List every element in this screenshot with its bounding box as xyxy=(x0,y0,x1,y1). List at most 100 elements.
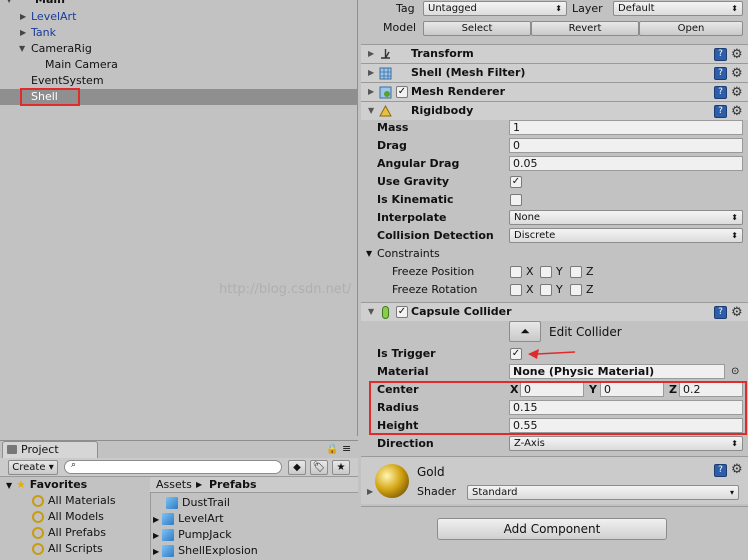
gear-icon[interactable]: ⚙ xyxy=(731,462,743,477)
gear-icon[interactable]: ⚙ xyxy=(731,65,743,83)
expand-arrow-icon[interactable]: ▶ xyxy=(20,9,26,25)
model-open-button[interactable]: Open xyxy=(639,21,743,36)
expand-arrow-icon[interactable]: ▶ xyxy=(368,45,374,63)
dropdown-arrow-icon: ⬍ xyxy=(731,439,738,448)
freeze-rotation-x-checkbox[interactable] xyxy=(510,284,522,296)
gear-icon[interactable]: ⚙ xyxy=(731,46,743,64)
transform-header[interactable]: ▶ Transform ? ⚙ xyxy=(361,44,748,63)
collapse-arrow-icon[interactable]: ▼ xyxy=(19,41,25,57)
breadcrumb-item[interactable]: Assets xyxy=(156,477,192,493)
expand-arrow-icon[interactable]: ▶ xyxy=(368,64,374,82)
angular-drag-field[interactable]: 0.05 xyxy=(509,156,743,171)
constraints-row[interactable]: ▼ Constraints xyxy=(361,245,748,263)
freeze-position-x-checkbox[interactable] xyxy=(510,266,522,278)
menu-icon[interactable]: ≡ xyxy=(342,442,351,455)
favorite-item[interactable]: All Scripts xyxy=(32,541,103,557)
is-trigger-checkbox[interactable]: ✓ xyxy=(510,348,522,360)
mesh-renderer-header[interactable]: ▶ ✓ Mesh Renderer ? ⚙ xyxy=(361,82,748,101)
tab-project[interactable]: Project xyxy=(2,441,98,458)
model-revert-button[interactable]: Revert xyxy=(531,21,639,36)
physic-material-field[interactable]: None (Physic Material) xyxy=(509,364,725,379)
freeze-rotation-z-checkbox[interactable] xyxy=(570,284,582,296)
hierarchy-item-main-camera[interactable]: Main Camera xyxy=(0,57,358,73)
expand-arrow-icon[interactable]: ▶ xyxy=(368,83,374,101)
help-book-icon[interactable]: ? xyxy=(714,86,727,99)
help-book-icon[interactable]: ? xyxy=(714,306,727,319)
add-component-button[interactable]: Add Component xyxy=(437,518,667,540)
label-icon[interactable]: 🏷 xyxy=(310,460,328,475)
folder-tab-icon xyxy=(7,445,17,454)
freeze-position-z-checkbox[interactable] xyxy=(570,266,582,278)
component-enabled-checkbox[interactable]: ✓ xyxy=(396,86,408,98)
use-gravity-checkbox[interactable]: ✓ xyxy=(510,176,522,188)
search-input[interactable]: ⌕ xyxy=(64,460,282,474)
watermark: http://blog.csdn.net/ xyxy=(219,282,352,297)
filter-type-icon[interactable]: ◆ xyxy=(288,460,306,475)
hierarchy-item-eventsystem[interactable]: EventSystem xyxy=(0,73,358,89)
highlight-box xyxy=(369,381,747,435)
collapse-arrow-icon[interactable]: ▼ xyxy=(6,481,12,490)
object-picker-icon[interactable]: ⊙ xyxy=(731,363,739,381)
hierarchy-item-tank[interactable]: ▶ Tank xyxy=(0,25,358,41)
edit-collider-button[interactable]: ⏶ xyxy=(509,321,541,342)
component-enabled-checkbox[interactable]: ✓ xyxy=(396,306,408,318)
is-kinematic-checkbox[interactable] xyxy=(510,194,522,206)
collision-detection-dropdown[interactable]: Discrete ⬍ xyxy=(509,228,743,243)
expand-arrow-icon[interactable]: ▶ xyxy=(367,487,373,496)
tag-dropdown[interactable]: Untagged ⬍ xyxy=(423,1,567,16)
collapse-arrow-icon[interactable]: ▼ xyxy=(366,245,372,263)
tag-label: Tag xyxy=(396,2,415,15)
collapse-arrow-icon[interactable]: ▼ xyxy=(368,102,374,120)
expand-arrow-icon[interactable]: ▶ xyxy=(153,547,159,556)
material-preview-icon xyxy=(375,464,409,498)
divider xyxy=(361,506,748,507)
breadcrumb-item[interactable]: Prefabs xyxy=(209,477,257,493)
favorites-header[interactable]: ▼ ★ Favorites xyxy=(6,477,87,493)
help-book-icon[interactable]: ? xyxy=(714,67,727,80)
asset-item[interactable]: ▶ ShellExplosion xyxy=(153,543,258,559)
shader-dropdown[interactable]: Standard ▾ xyxy=(467,485,739,500)
search-folder-icon xyxy=(32,543,44,555)
mesh-filter-header[interactable]: ▶ Shell (Mesh Filter) ? ⚙ xyxy=(361,63,748,82)
capsule-collider-header[interactable]: ▼ ✓ Capsule Collider ? ⚙ xyxy=(361,302,748,321)
create-button[interactable]: Create ▾ xyxy=(8,460,58,475)
freeze-position-y-checkbox[interactable] xyxy=(540,266,552,278)
help-book-icon[interactable]: ? xyxy=(714,464,727,477)
gear-icon[interactable]: ⚙ xyxy=(731,304,743,322)
shader-label: Shader xyxy=(417,485,456,498)
asset-item[interactable]: DustTrail xyxy=(166,495,230,511)
expand-arrow-icon[interactable]: ▶ xyxy=(20,25,26,41)
project-panel: Project 🔒 ≡ Create ▾ ⌕ ◆ 🏷 ★ ▼ ★ Favorit… xyxy=(0,440,358,560)
model-select-button[interactable]: Select xyxy=(423,21,531,36)
expand-arrow-icon[interactable]: ▶ xyxy=(153,531,159,540)
favorite-item[interactable]: All Models xyxy=(32,509,104,525)
expand-arrow-icon[interactable]: ▼ xyxy=(6,0,12,8)
rigidbody-header[interactable]: ▼ Rigidbody ? ⚙ xyxy=(361,101,748,120)
mass-field[interactable]: 1 xyxy=(509,120,743,135)
help-book-icon[interactable]: ? xyxy=(714,105,727,118)
hierarchy-item-levelart[interactable]: ▶ LevelArt xyxy=(0,9,358,25)
favorite-item[interactable]: All Prefabs xyxy=(32,525,106,541)
interpolate-dropdown[interactable]: None ⬍ xyxy=(509,210,743,225)
transform-icon xyxy=(381,49,390,59)
direction-dropdown[interactable]: Z-Axis ⬍ xyxy=(509,436,743,451)
lock-icon[interactable]: 🔒 xyxy=(326,444,338,455)
interpolate-row: Interpolate None ⬍ xyxy=(361,209,748,227)
scene-name: Main xyxy=(35,0,65,8)
gear-icon[interactable]: ⚙ xyxy=(731,84,743,102)
layer-dropdown[interactable]: Default ⬍ xyxy=(613,1,743,16)
expand-arrow-icon[interactable]: ▶ xyxy=(153,515,159,524)
breadcrumb-separator-icon: ▶ xyxy=(196,480,203,489)
freeze-rotation-y-checkbox[interactable] xyxy=(540,284,552,296)
asset-item[interactable]: ▶ LevelArt xyxy=(153,511,224,527)
inspector-panel: Tag Untagged ⬍ Layer Default ⬍ Model Selec… xyxy=(219,0,748,559)
drag-field[interactable]: 0 xyxy=(509,138,743,153)
star-icon[interactable]: ★ xyxy=(332,460,350,475)
favorite-item[interactable]: All Materials xyxy=(32,493,116,509)
hierarchy-item-camerarig[interactable]: ▼ CameraRig xyxy=(0,41,358,57)
collapse-arrow-icon[interactable]: ▼ xyxy=(368,303,374,321)
scene-row[interactable]: ▼ Main xyxy=(0,0,358,8)
help-book-icon[interactable]: ? xyxy=(714,48,727,61)
direction-row: Direction Z-Axis ⬍ xyxy=(361,435,748,453)
asset-item[interactable]: ▶ PumpJack xyxy=(153,527,232,543)
